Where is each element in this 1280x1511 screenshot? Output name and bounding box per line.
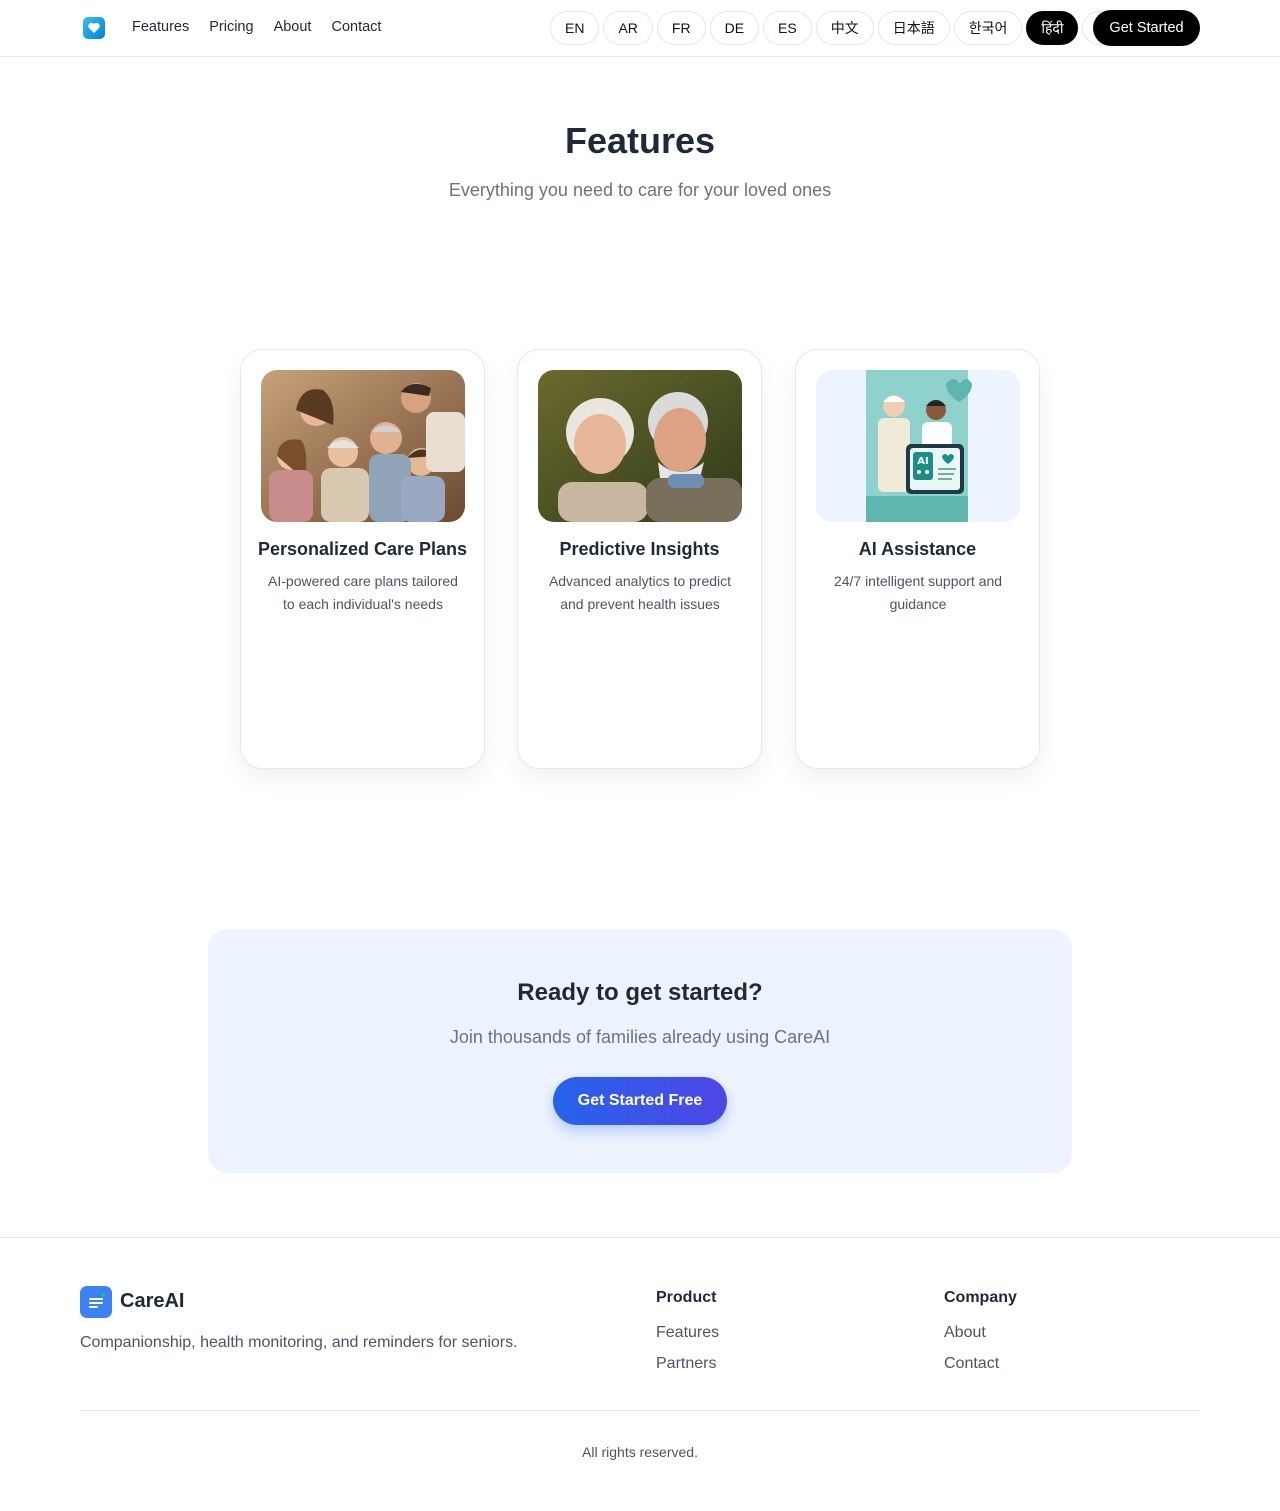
family-photo <box>261 370 465 522</box>
footer-divider <box>80 1410 1200 1411</box>
footer-product-column: Product Features Partners <box>656 1289 719 1386</box>
main-nav: Features Pricing About Contact <box>132 19 381 35</box>
nav-about[interactable]: About <box>274 19 312 35</box>
card-title: Predictive Insights <box>559 539 720 559</box>
feature-card-care-plans: Personalized Care Plans AI-powered care … <box>240 349 485 769</box>
lang-es[interactable]: ES <box>763 11 812 45</box>
card-description: AI-powered care plans tailored to each i… <box>268 573 458 612</box>
lang-en[interactable]: EN <box>550 11 600 45</box>
ai-label: AI <box>917 456 928 467</box>
lang-de[interactable]: DE <box>709 11 760 45</box>
feature-card-insights: Predictive Insights Advanced analytics t… <box>517 349 762 769</box>
careai-logo-icon[interactable] <box>80 1286 112 1318</box>
footer-link-partners[interactable]: Partners <box>656 1355 719 1373</box>
lang-fr[interactable]: FR <box>656 11 706 45</box>
feature-card-ai-assistance: AI AI Assistance 24/7 intelligent suppor… <box>795 349 1040 769</box>
footer-link-about[interactable]: About <box>944 1324 1017 1342</box>
page-title: Features <box>564 120 716 161</box>
nav-features[interactable]: Features <box>132 19 189 35</box>
lang-zh[interactable]: 中文 <box>815 11 874 45</box>
page-subtitle: Everything you need to care for your lov… <box>448 180 832 200</box>
footer-brand: CareAI <box>120 1290 185 1312</box>
lang-ja[interactable]: 日本語 <box>877 11 950 45</box>
ai-assistance-illustration: AI <box>816 370 1020 522</box>
lang-hi[interactable]: हिंदी <box>1026 11 1079 45</box>
cta-subtitle: Join thousands of families already using… <box>449 1027 831 1047</box>
card-description: Advanced analytics to predict and preven… <box>548 573 732 612</box>
card-title: AI Assistance <box>858 539 977 559</box>
language-switcher: EN AR FR DE ES 中文 日本語 한국어 हिंदी PT <box>550 11 1131 45</box>
nav-pricing[interactable]: Pricing <box>209 19 253 35</box>
copyright: All rights reserved. <box>582 1444 698 1460</box>
footer-company-column: Company About Contact <box>944 1289 1017 1386</box>
nav-contact[interactable]: Contact <box>331 19 381 35</box>
get-started-button[interactable]: Get Started <box>1093 10 1200 46</box>
cta-section: Ready to get started? Join thousands of … <box>208 929 1072 1173</box>
get-started-free-button[interactable]: Get Started Free <box>553 1077 727 1125</box>
card-description: 24/7 intelligent support and guidance <box>833 573 1003 612</box>
logo-icon[interactable] <box>83 17 105 39</box>
card-title: Personalized Care Plans <box>257 539 468 559</box>
lang-ko[interactable]: 한국어 <box>953 11 1023 45</box>
lang-ar[interactable]: AR <box>603 11 653 45</box>
footer-company-heading: Company <box>944 1289 1017 1306</box>
top-header: Features Pricing About Contact EN AR FR … <box>0 0 1280 57</box>
footer-product-heading: Product <box>656 1289 717 1306</box>
footer-divider-top <box>0 1237 1280 1238</box>
seniors-photo <box>538 370 742 522</box>
footer-link-features[interactable]: Features <box>656 1324 719 1342</box>
footer-link-contact[interactable]: Contact <box>944 1355 1017 1373</box>
cta-title: Ready to get started? <box>517 979 763 1006</box>
footer-tagline: Companionship, health monitoring, and re… <box>80 1334 518 1351</box>
